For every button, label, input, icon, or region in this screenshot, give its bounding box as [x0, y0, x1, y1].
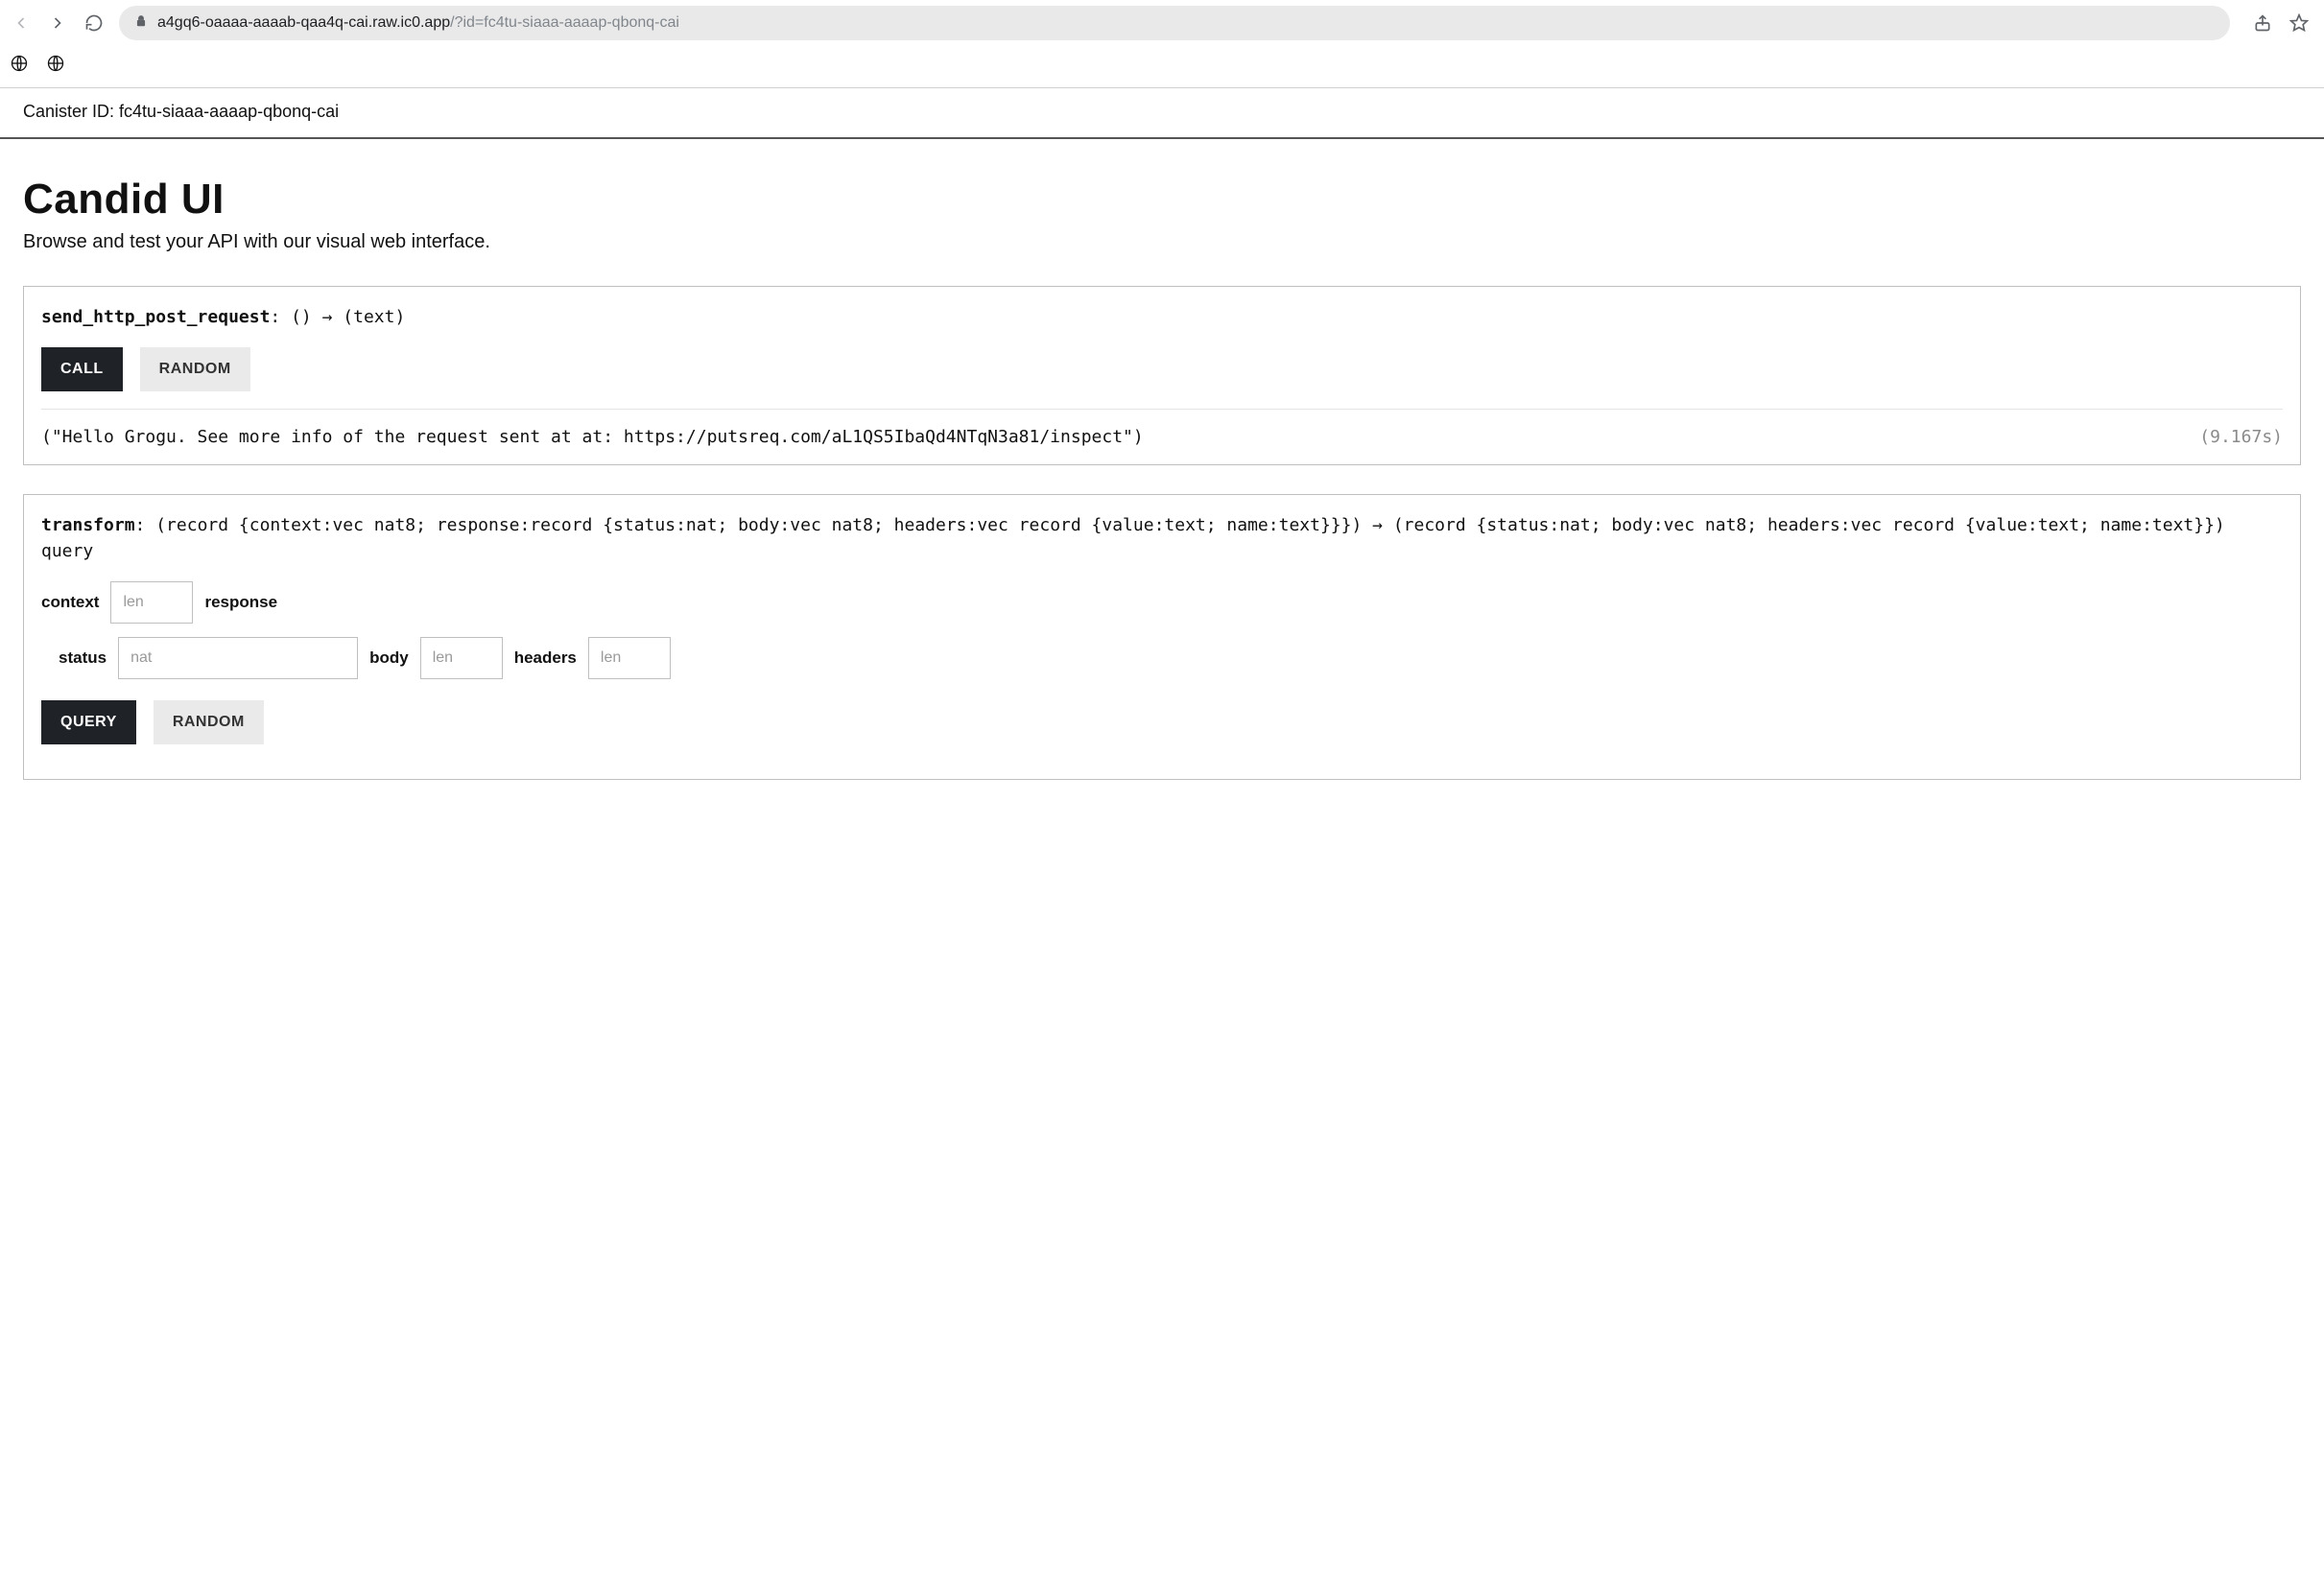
page-title: Candid UI — [23, 176, 2301, 224]
forward-icon[interactable] — [46, 12, 69, 35]
globe-icon[interactable] — [10, 54, 29, 78]
field-label-body: body — [369, 648, 409, 668]
headers-len-input[interactable] — [588, 637, 671, 679]
address-bar[interactable]: a4gq6-oaaaa-aaaab-qaa4q-cai.raw.ic0.app/… — [119, 6, 2230, 40]
field-label-context: context — [41, 593, 99, 612]
reload-icon[interactable] — [83, 12, 106, 35]
body-len-input[interactable] — [420, 637, 503, 679]
random-button[interactable]: RANDOM — [154, 700, 264, 744]
result-time: (9.167s) — [2199, 427, 2283, 447]
canister-id-label: Canister ID: — [23, 102, 119, 121]
canister-id-bar: Canister ID: fc4tu-siaaa-aaaap-qbonq-cai — [0, 88, 2324, 139]
context-len-input[interactable] — [110, 581, 193, 624]
extension-bar — [0, 46, 2324, 87]
url-query: /?id=fc4tu-siaaa-aaaap-qbonq-cai — [450, 14, 679, 31]
method-signature-tail: : (record {context:vec nat8; response:re… — [41, 515, 2225, 561]
url-host: a4gq6-oaaaa-aaaab-qaa4q-cai.raw.ic0.app — [157, 14, 450, 31]
method-signature: transform: (record {context:vec nat8; re… — [41, 512, 2283, 564]
field-row-context: context response — [41, 581, 2283, 624]
address-text: a4gq6-oaaaa-aaaab-qaa4q-cai.raw.ic0.app/… — [157, 14, 679, 32]
field-label-status: status — [59, 648, 107, 668]
result-row: ("Hello Grogu. See more info of the requ… — [41, 427, 2283, 447]
field-row-response: status body headers — [59, 637, 2283, 679]
browser-toolbar: a4gq6-oaaaa-aaaab-qaa4q-cai.raw.ic0.app/… — [0, 0, 2324, 46]
random-button[interactable]: RANDOM — [140, 347, 250, 391]
field-label-response: response — [204, 593, 277, 612]
query-button[interactable]: QUERY — [41, 700, 136, 744]
result-text: ("Hello Grogu. See more info of the requ… — [41, 427, 1144, 447]
canister-id-value: fc4tu-siaaa-aaaap-qbonq-cai — [119, 102, 339, 121]
status-input[interactable] — [118, 637, 358, 679]
back-icon[interactable] — [10, 12, 33, 35]
divider — [41, 409, 2283, 410]
method-signature: send_http_post_request: () → (text) — [41, 304, 2283, 330]
share-icon[interactable] — [2251, 12, 2274, 35]
field-label-headers: headers — [514, 648, 577, 668]
method-name: send_http_post_request — [41, 307, 270, 327]
globe-icon[interactable] — [46, 54, 65, 78]
method-signature-tail: : () → (text) — [270, 307, 405, 327]
button-row: QUERY RANDOM — [41, 700, 2283, 744]
lock-icon — [134, 14, 148, 33]
page-subtitle: Browse and test your API with our visual… — [23, 231, 2301, 253]
star-icon[interactable] — [2288, 12, 2311, 35]
method-card-send-http-post-request: send_http_post_request: () → (text) CALL… — [23, 286, 2301, 465]
button-row: CALL RANDOM — [41, 347, 2283, 391]
call-button[interactable]: CALL — [41, 347, 123, 391]
method-card-transform: transform: (record {context:vec nat8; re… — [23, 494, 2301, 780]
main-content: Candid UI Browse and test your API with … — [0, 139, 2324, 847]
method-name: transform — [41, 515, 135, 535]
